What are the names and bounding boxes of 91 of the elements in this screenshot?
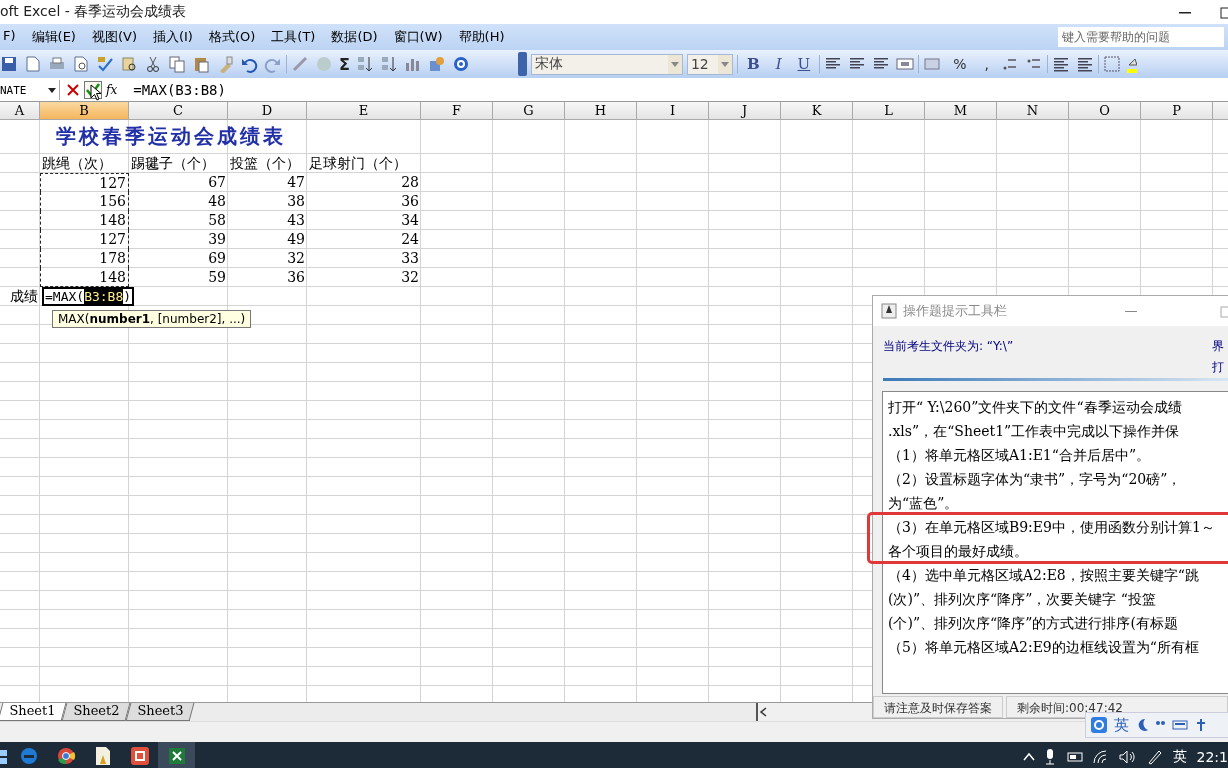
table-cell-text: 48 bbox=[207, 192, 227, 211]
instruction-line: 打开“ Y:\260”文件夹下的文件“春季运动会成绩 bbox=[888, 398, 1183, 417]
menu-item[interactable]: 帮助(H) bbox=[455, 26, 508, 48]
column-heading: 投篮（个） bbox=[229, 154, 301, 173]
table-cell-text: 36 bbox=[286, 268, 306, 287]
table-cell-text: 58 bbox=[207, 211, 227, 230]
table-cell-text: 49 bbox=[286, 230, 306, 249]
column-header[interactable]: M bbox=[925, 102, 997, 120]
function-tooltip: MAX(number1, [number2], ...) bbox=[52, 310, 252, 328]
formula-field[interactable]: =MAX(B3:B8) bbox=[123, 82, 226, 98]
column-header[interactable]: O bbox=[1069, 102, 1141, 120]
font-size-select[interactable]: 12 bbox=[686, 53, 733, 75]
format-button[interactable]: I bbox=[770, 55, 787, 73]
table-cell: 148 bbox=[40, 211, 129, 230]
cell-editor[interactable]: =MAX(B3:B8) bbox=[42, 287, 135, 306]
table-cell: 178 bbox=[40, 249, 129, 268]
table-cell-text: 33 bbox=[400, 249, 420, 268]
side-text: 界 bbox=[1212, 338, 1225, 355]
sheet-tab[interactable]: Sheet2 bbox=[61, 703, 131, 721]
column-heading: 跳绳（次） bbox=[41, 154, 113, 173]
column-header[interactable]: E bbox=[307, 102, 421, 120]
folder-label: 当前考生文件夹为: “Y:\” bbox=[883, 338, 1014, 355]
input-language[interactable]: 英 bbox=[1114, 715, 1129, 735]
format-button[interactable]: B bbox=[741, 55, 765, 73]
column-header[interactable]: P bbox=[1141, 102, 1213, 120]
instruction-line: (个)”、排列次序“降序”的方式进行排序(有标题 bbox=[888, 614, 1179, 633]
table-cell-text: 69 bbox=[207, 249, 227, 268]
instruction-line: (次)”、排列次序“降序”，次要关键字 “投篮 bbox=[888, 590, 1157, 609]
column-heading: 足球射门（个） bbox=[308, 154, 408, 173]
language-indicator[interactable]: 英 bbox=[1172, 748, 1187, 766]
table-cell: 127 bbox=[40, 173, 129, 192]
side-text: 打 bbox=[1212, 359, 1225, 376]
sheet-tab[interactable]: Sheet3 bbox=[125, 703, 195, 721]
sheet-title: 学校春季运动会成绩表 bbox=[55, 123, 287, 150]
table-cell-text: 34 bbox=[400, 211, 420, 230]
clock[interactable]: 22:1 bbox=[1196, 749, 1228, 765]
table-cell-text: 67 bbox=[207, 173, 227, 192]
instruction-line: 为“蓝色”。 bbox=[888, 494, 960, 513]
menu-item[interactable]: F) bbox=[0, 26, 19, 48]
menu-item[interactable]: 窗口(W) bbox=[390, 26, 446, 48]
insert-function-button[interactable]: fx bbox=[106, 83, 118, 97]
instruction-line: （4）选中单元格区域A2:E8，按照主要关键字“跳 bbox=[888, 566, 1200, 585]
table-cell-text: 38 bbox=[286, 192, 306, 211]
instruction-line: （1）将单元格区域A1:E1“合并后居中”。 bbox=[888, 446, 1152, 465]
menu-item[interactable]: 数据(D) bbox=[328, 26, 381, 48]
autosum-button[interactable]: Σ bbox=[339, 54, 350, 74]
column-heading: 踢毽子（个） bbox=[130, 154, 216, 173]
format-button[interactable]: U bbox=[792, 55, 816, 73]
window-title: 操作题提示工具栏 bbox=[903, 302, 1008, 320]
table-cell: 127 bbox=[40, 230, 129, 249]
table-cell-text: 32 bbox=[286, 249, 306, 268]
table-cell-text: 59 bbox=[207, 268, 227, 287]
table-cell: 156 bbox=[40, 192, 129, 211]
instruction-line: （5）将单元格区域A2:E9的边框线设置为“所有框 bbox=[888, 638, 1200, 657]
help-search-field[interactable]: 键入需要帮助的问题 bbox=[1058, 27, 1224, 47]
column-header[interactable]: H bbox=[565, 102, 637, 120]
column-header[interactable]: I bbox=[637, 102, 709, 120]
table-cell-text: 36 bbox=[400, 192, 420, 211]
table-cell-text: 28 bbox=[400, 173, 420, 192]
sheet-tab[interactable]: Sheet1 bbox=[0, 703, 67, 721]
instruction-line: （2）设置标题字体为“隶书”，字号为“20磅”， bbox=[888, 470, 1183, 489]
column-header[interactable]: A bbox=[0, 102, 40, 120]
menu-item[interactable]: 插入(I) bbox=[149, 26, 196, 48]
table-cell-text: 47 bbox=[286, 173, 306, 192]
column-header[interactable]: K bbox=[781, 102, 853, 120]
table-cell-text: 成绩 bbox=[9, 287, 39, 306]
window-title: oft Excel - 春季运动会成绩表 bbox=[0, 3, 187, 21]
table-cell-text: 39 bbox=[207, 230, 227, 249]
column-header[interactable]: D bbox=[228, 102, 307, 120]
table-cell-text: 32 bbox=[400, 268, 420, 287]
table-cell-text: 43 bbox=[286, 211, 306, 230]
menu-item[interactable]: 工具(T) bbox=[268, 26, 319, 48]
column-header[interactable]: N bbox=[997, 102, 1069, 120]
column-header[interactable]: C bbox=[129, 102, 228, 120]
instruction-line: （3）在单元格区域B9:E9中，使用函数分别计算1～ bbox=[888, 518, 1216, 537]
instruction-line: 各个项目的最好成绩。 bbox=[888, 542, 1029, 561]
instruction-line: .xls”，在“Sheet1”工作表中完成以下操作并保 bbox=[888, 422, 1181, 441]
menu-item[interactable]: 格式(O) bbox=[205, 26, 259, 48]
column-header[interactable]: B bbox=[40, 102, 129, 120]
column-header[interactable]: G bbox=[493, 102, 565, 120]
column-header[interactable]: L bbox=[853, 102, 925, 120]
column-header[interactable]: F bbox=[421, 102, 493, 120]
number-format-button[interactable]: % bbox=[947, 56, 973, 72]
column-header[interactable]: J bbox=[709, 102, 781, 120]
menu-item[interactable]: 视图(V) bbox=[88, 26, 140, 48]
status-message: 请注意及时保存答案 bbox=[873, 696, 1003, 718]
menu-item[interactable]: 编辑(E) bbox=[28, 26, 79, 48]
number-format-button[interactable]: , bbox=[978, 56, 995, 72]
table-cell-text: 24 bbox=[400, 230, 420, 249]
font-select[interactable]: 宋体 bbox=[530, 53, 683, 75]
name-box[interactable]: NATE bbox=[0, 80, 60, 100]
